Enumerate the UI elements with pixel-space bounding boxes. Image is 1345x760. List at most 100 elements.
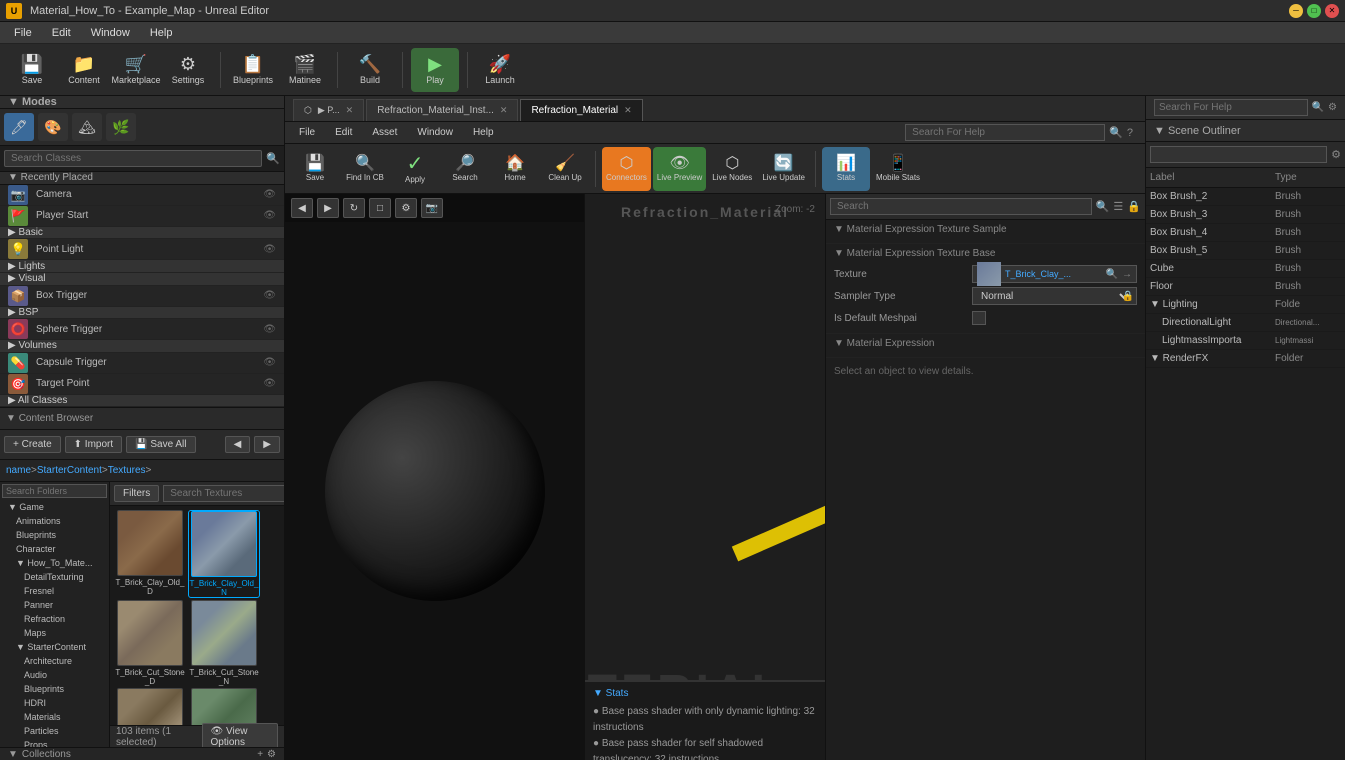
texture-arrow-icon[interactable]: → [1122, 269, 1132, 280]
tb-build[interactable]: 🔨Build [346, 48, 394, 92]
outliner-item-lighting[interactable]: ▼ Lighting Folde [1146, 296, 1345, 314]
folder-particles[interactable]: Particles [0, 724, 109, 738]
mode-foliage[interactable]: 🌿 [106, 113, 136, 141]
place-item-playerstart[interactable]: 🚩 Player Start 👁 [0, 206, 284, 227]
tab-map[interactable]: ⬡ ▶ P... ✕ [293, 99, 364, 121]
folder-how-to[interactable]: ▼ How_To_Mate... [0, 556, 109, 570]
folder-audio[interactable]: Audio [0, 668, 109, 682]
tb-save[interactable]: 💾Save [8, 48, 56, 92]
tb-settings[interactable]: ⚙Settings [164, 48, 212, 92]
outliner-item-cube[interactable]: Cube Brush [1146, 260, 1345, 278]
folder-blueprints[interactable]: Blueprints [0, 528, 109, 542]
inner-menu-file[interactable]: File [289, 125, 325, 140]
mat-search-btn[interactable]: 🔎Search [441, 147, 489, 191]
folder-materials[interactable]: Materials [0, 710, 109, 724]
mode-landscape[interactable]: 🏔 [72, 113, 102, 141]
vp-btn-4[interactable]: □ [369, 198, 391, 218]
outliner-item-boxbrush4[interactable]: Box Brush_4 Brush [1146, 224, 1345, 242]
outliner-item-floor[interactable]: Floor Brush [1146, 278, 1345, 296]
tab-ri-close[interactable]: ✕ [500, 105, 508, 116]
details-search-input[interactable] [830, 198, 1092, 215]
place-item-targetpoint[interactable]: 🎯 Target Point 👁 [0, 374, 284, 395]
inner-menu-window[interactable]: Window [407, 125, 463, 140]
folder-game[interactable]: ▼ Game [0, 500, 109, 514]
tb-marketplace[interactable]: 🛒Marketplace [112, 48, 160, 92]
place-item-camera[interactable]: 📷 Camera 👁 [0, 185, 284, 206]
mat-connectors-btn[interactable]: ⬡Connectors [602, 147, 651, 191]
menu-edit[interactable]: Edit [42, 25, 81, 41]
asset-brick-clay-n[interactable]: T_Brick_Clay_Old_N [188, 510, 260, 598]
cb-create-btn[interactable]: + Create [4, 436, 61, 453]
folder-character[interactable]: Character [0, 542, 109, 556]
mat-save-btn[interactable]: 💾Save [291, 147, 339, 191]
inner-menu-help[interactable]: Help [463, 125, 504, 140]
mat-apply-btn[interactable]: ✓Apply [391, 147, 439, 191]
folder-hdri[interactable]: HDRI [0, 696, 109, 710]
outliner-search-input[interactable] [1150, 146, 1327, 163]
collections-add-icon[interactable]: + [257, 749, 263, 760]
mat-livepreview-btn[interactable]: 👁Live Preview [653, 147, 706, 191]
folder-tree[interactable]: ▼ Game Animations Blueprints Character ▼… [0, 482, 110, 747]
folder-maps[interactable]: Maps [0, 626, 109, 640]
tab-refraction-inst[interactable]: Refraction_Material_Inst... ✕ [366, 99, 518, 121]
mat-liveupdate-btn[interactable]: 🔄Live Update [758, 147, 809, 191]
cb-forward-btn[interactable]: ▶ [254, 436, 280, 453]
breadcrumb-textures[interactable]: Textures [108, 465, 146, 476]
details-view-icon[interactable]: ☰ [1113, 200, 1123, 213]
search-classes-input[interactable] [4, 150, 262, 167]
filters-btn[interactable]: Filters [114, 485, 159, 502]
folder-architecture[interactable]: Architecture [0, 654, 109, 668]
place-item-capsuletrigger[interactable]: 💊 Capsule Trigger 👁 [0, 353, 284, 374]
mat-home-btn[interactable]: 🏠Home [491, 147, 539, 191]
folder-blueprints2[interactable]: Blueprints [0, 682, 109, 696]
tb-matinee[interactable]: 🎬Matinee [281, 48, 329, 92]
sampler-select[interactable]: Normal Color LinearColor Grayscale [977, 290, 1132, 303]
vp-btn-2[interactable]: ▶ [317, 198, 339, 218]
menu-help[interactable]: Help [140, 25, 183, 41]
asset-brick-cut-n[interactable]: T_Brick_Cut_Stone_N [188, 600, 260, 686]
asset-brick-clay-d[interactable]: T_Brick_Clay_Old_D [114, 510, 186, 598]
place-item-spheretrigger[interactable]: ⭕ Sphere Trigger 👁 [0, 319, 284, 340]
outliner-item-lightmass[interactable]: LightmassImporta Lightmassi [1146, 332, 1345, 350]
folder-panner[interactable]: Panner [0, 598, 109, 612]
vp-btn-1[interactable]: ◀ [291, 198, 313, 218]
mat-cleanup-btn[interactable]: 🧹Clean Up [541, 147, 589, 191]
tab-map-close[interactable]: ✕ [346, 105, 354, 116]
inner-help-icon[interactable]: ? [1127, 127, 1133, 139]
asset-search-input[interactable] [163, 485, 284, 502]
outliner-item-directional[interactable]: DirectionalLight Directional... [1146, 314, 1345, 332]
tb-blueprints[interactable]: 📋Blueprints [229, 48, 277, 92]
cb-saveall-btn[interactable]: 💾 Save All [126, 436, 195, 453]
category-bsp[interactable]: ▶ BSP [0, 307, 284, 320]
breadcrumb-home[interactable]: name [6, 465, 31, 476]
tb-launch[interactable]: 🚀Launch [476, 48, 524, 92]
category-basic[interactable]: ▶ Basic [0, 227, 284, 240]
place-item-boxtrigger[interactable]: 📦 Box Trigger 👁 [0, 286, 284, 307]
inner-search-input[interactable] [905, 124, 1105, 141]
asset-brick-hewn-m[interactable]: T_Brick_Hewn_Stone_M [188, 688, 260, 725]
category-allclasses[interactable]: ▶ All Classes [0, 395, 284, 408]
inner-menu-edit[interactable]: Edit [325, 125, 362, 140]
tab-refraction-mat[interactable]: Refraction_Material ✕ [520, 99, 642, 121]
category-visual[interactable]: ▶ Visual [0, 273, 284, 286]
view-options-btn[interactable]: 👁 View Options [202, 723, 278, 748]
content-browser-header[interactable]: ▼ Content Browser [0, 408, 284, 430]
folder-animations[interactable]: Animations [0, 514, 109, 528]
tb-play[interactable]: ▶Play [411, 48, 459, 92]
maximize-btn[interactable]: □ [1307, 4, 1321, 18]
mat-stats-btn[interactable]: 📊Stats [822, 147, 870, 191]
category-lights[interactable]: ▶ Lights [0, 260, 284, 273]
mat-livenodes-btn[interactable]: ⬡Live Nodes [708, 147, 756, 191]
mat-mobilestats-btn[interactable]: 📱Mobile Stats [872, 147, 924, 191]
vp-btn-3[interactable]: ↻ [343, 198, 365, 218]
asset-brick-hewn-d[interactable]: T_Brick_Hewn_Stone_D [114, 688, 186, 725]
tab-rm-close[interactable]: ✕ [624, 105, 632, 116]
outliner-options-icon[interactable]: ⚙ [1331, 148, 1341, 161]
texture-name[interactable]: T_Brick_Clay_... [1005, 269, 1071, 279]
menu-file[interactable]: File [4, 25, 42, 41]
texture-browse-icon[interactable]: 🔍 [1106, 269, 1118, 280]
vp-btn-5[interactable]: ⚙ [395, 198, 417, 218]
mode-paint[interactable]: 🎨 [38, 113, 68, 141]
outliner-item-boxbrush2[interactable]: Box Brush_2 Brush [1146, 188, 1345, 206]
folder-detail[interactable]: DetailTexturing [0, 570, 109, 584]
